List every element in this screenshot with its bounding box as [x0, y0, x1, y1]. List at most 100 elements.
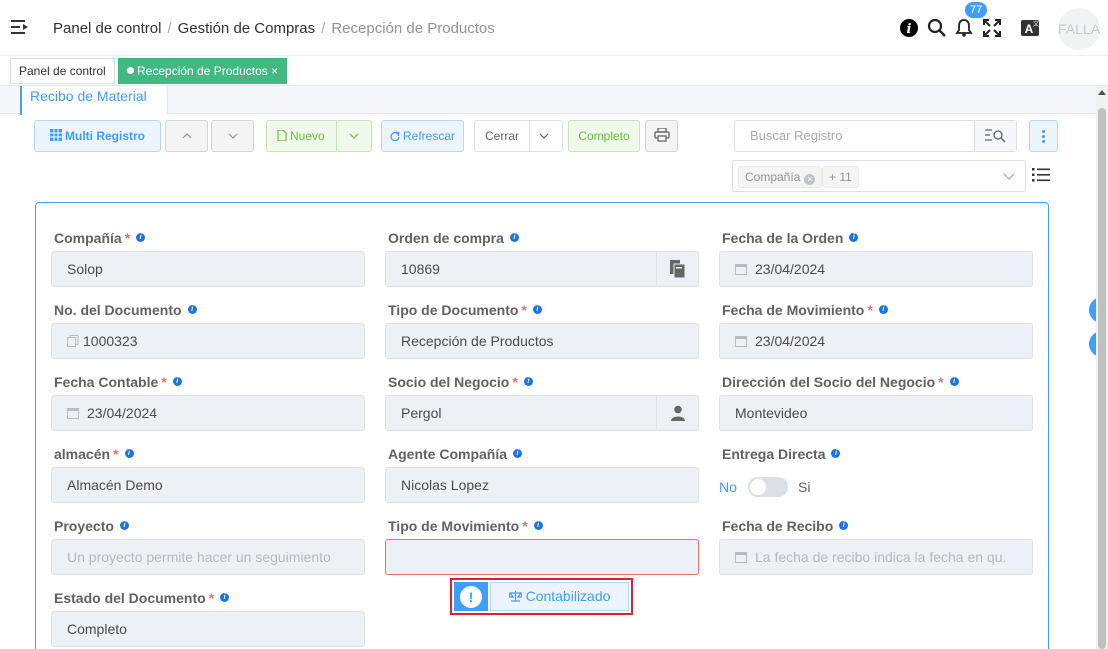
chevron-down-icon	[228, 133, 237, 139]
info-icon[interactable]: i	[532, 305, 542, 314]
movement-date-field[interactable]: 23/04/2024	[719, 323, 1033, 359]
new-button[interactable]: Nuevo	[266, 120, 372, 152]
info-icon[interactable]: i	[172, 377, 182, 386]
search-icon[interactable]	[927, 18, 947, 38]
direct-delivery-label: Entrega Directa i	[722, 446, 841, 462]
close-label: Cerrar	[485, 129, 520, 143]
previous-record-button[interactable]	[165, 120, 208, 152]
info-icon[interactable]: i	[831, 449, 841, 458]
info-icon[interactable]: i	[839, 521, 849, 530]
field-filter-select[interactable]: Compañía × + 11	[732, 160, 1026, 192]
purchase-order-field[interactable]: 10869	[385, 251, 699, 287]
refresh-button[interactable]: Refrescar	[381, 120, 464, 152]
document-search-icon	[670, 260, 686, 279]
breadcrumb-item-purchases[interactable]: Gestión de Compras	[178, 20, 316, 37]
active-dot-icon	[127, 67, 134, 74]
multi-record-button[interactable]: Multi Registro	[34, 120, 161, 152]
tag-label: Recepción de Productos	[137, 64, 268, 78]
info-icon[interactable]: i	[533, 521, 543, 530]
purchase-order-value: 10869	[401, 261, 440, 277]
posted-label-box: Contabilizado	[490, 582, 629, 611]
movement-date-value: 23/04/2024	[755, 333, 826, 349]
receipt-date-placeholder: La fecha de recibo indica la fecha en qu…	[755, 549, 1007, 565]
svg-text:文: 文	[1033, 20, 1039, 28]
new-label: Nuevo	[290, 129, 325, 143]
document-type-label: Tipo de Documento * i	[388, 302, 542, 318]
more-options-button[interactable]	[1029, 120, 1058, 152]
filter-chip-company[interactable]: Compañía ×	[738, 166, 823, 188]
tag-product-receipt[interactable]: Recepción de Productos ×	[118, 58, 288, 84]
fullscreen-icon[interactable]	[982, 18, 1002, 38]
search-records-input[interactable]: Buscar Registro	[734, 120, 1017, 152]
info-icon[interactable]: i	[949, 377, 959, 386]
order-date-value: 23/04/2024	[755, 261, 826, 277]
breadcrumb: Panel de control / Gestión de Compras / Rece…	[53, 20, 495, 37]
purchase-order-search-button[interactable]	[656, 252, 698, 286]
business-partner-label: Socio del Negocio * i	[388, 374, 533, 390]
vertical-scrollbar[interactable]	[1096, 86, 1108, 649]
info-icon[interactable]: i	[220, 593, 230, 602]
business-partner-value: Pergol	[401, 405, 442, 421]
info-icon[interactable]: i	[509, 233, 519, 242]
warehouse-field[interactable]: Almacén Demo	[51, 467, 365, 503]
company-agent-field[interactable]: Nicolas Lopez	[385, 467, 699, 503]
info-icon[interactable]: i	[849, 233, 859, 242]
receipt-date-label: Fecha de Recibo i	[722, 518, 849, 534]
tag-close-icon[interactable]: ×	[271, 64, 278, 78]
multi-record-label: Multi Registro	[65, 129, 145, 143]
print-button[interactable]	[645, 120, 678, 152]
scrollbar-thumb[interactable]	[1098, 108, 1106, 649]
next-record-button[interactable]	[211, 120, 254, 152]
list-view-icon[interactable]	[1032, 167, 1050, 183]
order-date-label: Fecha de la Orden i	[722, 230, 859, 246]
tag-dashboard[interactable]: Panel de control	[10, 58, 115, 84]
document-status-field[interactable]: Completo	[51, 611, 365, 647]
document-no-label: No. del Documento i	[54, 302, 197, 318]
scroll-up-arrow-icon[interactable]	[1098, 90, 1106, 95]
project-field[interactable]: Un proyecto permite hacer un seguimiento	[51, 539, 365, 575]
language-icon[interactable]: A 文	[1020, 18, 1040, 38]
calendar-icon	[735, 336, 747, 347]
close-button[interactable]: Cerrar	[474, 120, 563, 152]
document-no-value: 1000323	[83, 333, 138, 349]
info-icon[interactable]: i	[124, 449, 134, 458]
top-bar: Panel de control / Gestión de Compras / Rece…	[0, 0, 1108, 56]
info-icon[interactable]: i	[119, 521, 129, 530]
tab-material-receipt[interactable]: Recibo de Material	[20, 86, 168, 115]
avatar[interactable]: FALLA	[1058, 8, 1100, 50]
receipt-date-field[interactable]: La fecha de recibo indica la fecha en qu…	[719, 539, 1033, 575]
menu-toggle-icon[interactable]	[11, 19, 29, 35]
business-partner-field[interactable]: Pergol	[385, 395, 699, 431]
direct-delivery-no-label: No	[719, 479, 737, 495]
partner-address-field[interactable]: Montevideo	[719, 395, 1033, 431]
advanced-search-button[interactable]	[974, 121, 1016, 151]
posted-label: Contabilizado	[525, 588, 611, 604]
movement-date-label: Fecha de Movimiento * i	[722, 302, 888, 318]
chevron-up-icon	[182, 133, 191, 139]
movement-type-field[interactable]	[385, 539, 699, 575]
info-icon[interactable]: i	[187, 305, 197, 314]
posted-status-button[interactable]: ! Contabilizado	[450, 578, 633, 615]
switch-knob	[750, 479, 766, 495]
company-field[interactable]: Solop	[51, 251, 365, 287]
accounting-date-label: Fecha Contable * i	[54, 374, 182, 390]
svg-text:i: i	[907, 22, 912, 37]
close-dropdown-icon[interactable]	[539, 131, 549, 141]
info-icon[interactable]: i	[523, 377, 533, 386]
complete-button[interactable]: Completo	[568, 120, 640, 152]
direct-delivery-switch[interactable]	[748, 477, 788, 497]
info-icon[interactable]: i	[136, 233, 146, 242]
new-dropdown-icon[interactable]	[349, 131, 359, 141]
breadcrumb-item-dashboard[interactable]: Panel de control	[53, 20, 161, 37]
document-no-field[interactable]: 1000323	[51, 323, 365, 359]
info-icon[interactable]: i	[878, 305, 888, 314]
bell-icon[interactable]	[954, 18, 974, 38]
info-icon[interactable]: i	[513, 449, 523, 458]
chip-close-icon[interactable]: ×	[804, 174, 816, 185]
business-partner-search-button[interactable]	[656, 396, 698, 430]
document-type-field[interactable]: Recepción de Productos	[385, 323, 699, 359]
info-icon[interactable]: i	[899, 18, 919, 38]
order-date-field[interactable]: 23/04/2024	[719, 251, 1033, 287]
accounting-date-field[interactable]: 23/04/2024	[51, 395, 365, 431]
chevron-down-icon	[1003, 173, 1015, 180]
